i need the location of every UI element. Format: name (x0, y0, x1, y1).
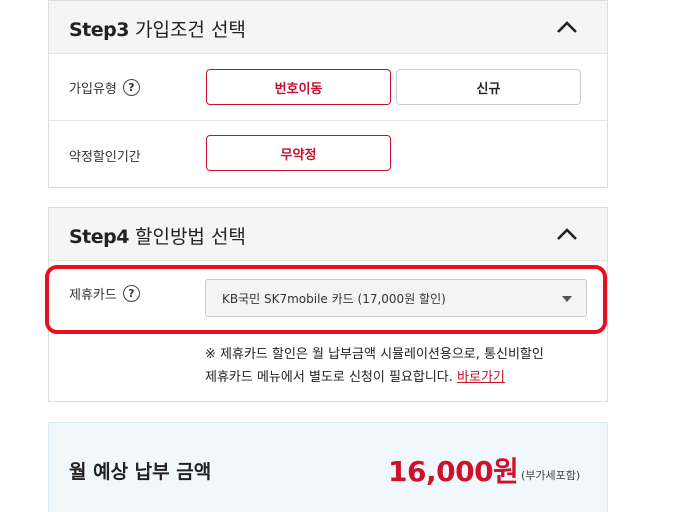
notice-line-2-text: 제휴카드 메뉴에서 별도로 신청이 필요합니다. (205, 370, 453, 385)
chevron-up-icon[interactable] (555, 226, 579, 242)
card-label: 제휴카드 ? (69, 284, 140, 303)
monthly-total-label: 월 예상 납부 금액 (69, 461, 212, 483)
notice-line-1: ※ 제휴카드 할인은 월 납부금액 시뮬레이션용으로, 통신비할인 (205, 347, 544, 362)
card-select-value: KB국민 SK7mobile 카드 (17,000원 할인) (222, 291, 446, 306)
step3-title-text: 가입조건 선택 (134, 19, 246, 41)
card-label-text: 제휴카드 (69, 288, 117, 303)
help-icon[interactable]: ? (122, 79, 140, 96)
option-new-subscription[interactable]: 신규 (396, 69, 581, 105)
vat-included-note: (부가세포함) (521, 469, 581, 482)
join-type-label-text: 가입유형 (69, 82, 117, 97)
chevron-up-icon[interactable] (555, 19, 579, 35)
step3-step-number: Step3 (69, 19, 129, 41)
join-type-row: 가입유형 ? 번호이동 신규 (49, 54, 607, 121)
step4-header[interactable]: Step4 할인방법 선택 (49, 208, 607, 261)
contract-period-label: 약정할인기간 (69, 150, 141, 165)
monthly-total-panel: 월 예상 납부 금액 16,000원 (부가세포함) (48, 422, 608, 512)
step3-panel: Step3 가입조건 선택 가입유형 ? 번호이동 신규 약정할인기간 무약정 (48, 0, 608, 188)
option-number-transfer[interactable]: 번호이동 (206, 69, 391, 105)
dropdown-caret-icon (562, 296, 572, 302)
option-no-contract[interactable]: 무약정 (206, 135, 391, 171)
step4-title-text: 할인방법 선택 (134, 226, 246, 248)
card-notice: ※ 제휴카드 할인은 월 납부금액 시뮬레이션용으로, 통신비할인 제휴카드 메… (205, 343, 544, 389)
card-discount-row: 제휴카드 ? KB국민 SK7mobile 카드 (17,000원 할인) ※ … (49, 261, 607, 402)
step3-header[interactable]: Step3 가입조건 선택 (49, 1, 607, 54)
monthly-total-price: 16,000원 (388, 455, 519, 488)
step3-title: Step3 가입조건 선택 (69, 15, 246, 42)
step4-panel: Step4 할인방법 선택 제휴카드 ? KB국민 SK7mobile 카드 (1… (48, 207, 608, 402)
shortcut-link[interactable]: 바로가기 (457, 370, 505, 385)
step4-title: Step4 할인방법 선택 (69, 222, 246, 249)
card-select[interactable]: KB국민 SK7mobile 카드 (17,000원 할인) (205, 279, 587, 317)
contract-period-row: 약정할인기간 무약정 (49, 121, 607, 187)
step4-step-number: Step4 (69, 226, 129, 248)
join-type-label: 가입유형 ? (69, 78, 140, 97)
help-icon[interactable]: ? (122, 285, 140, 302)
notice-line-2: 제휴카드 메뉴에서 별도로 신청이 필요합니다. 바로가기 (205, 366, 544, 389)
